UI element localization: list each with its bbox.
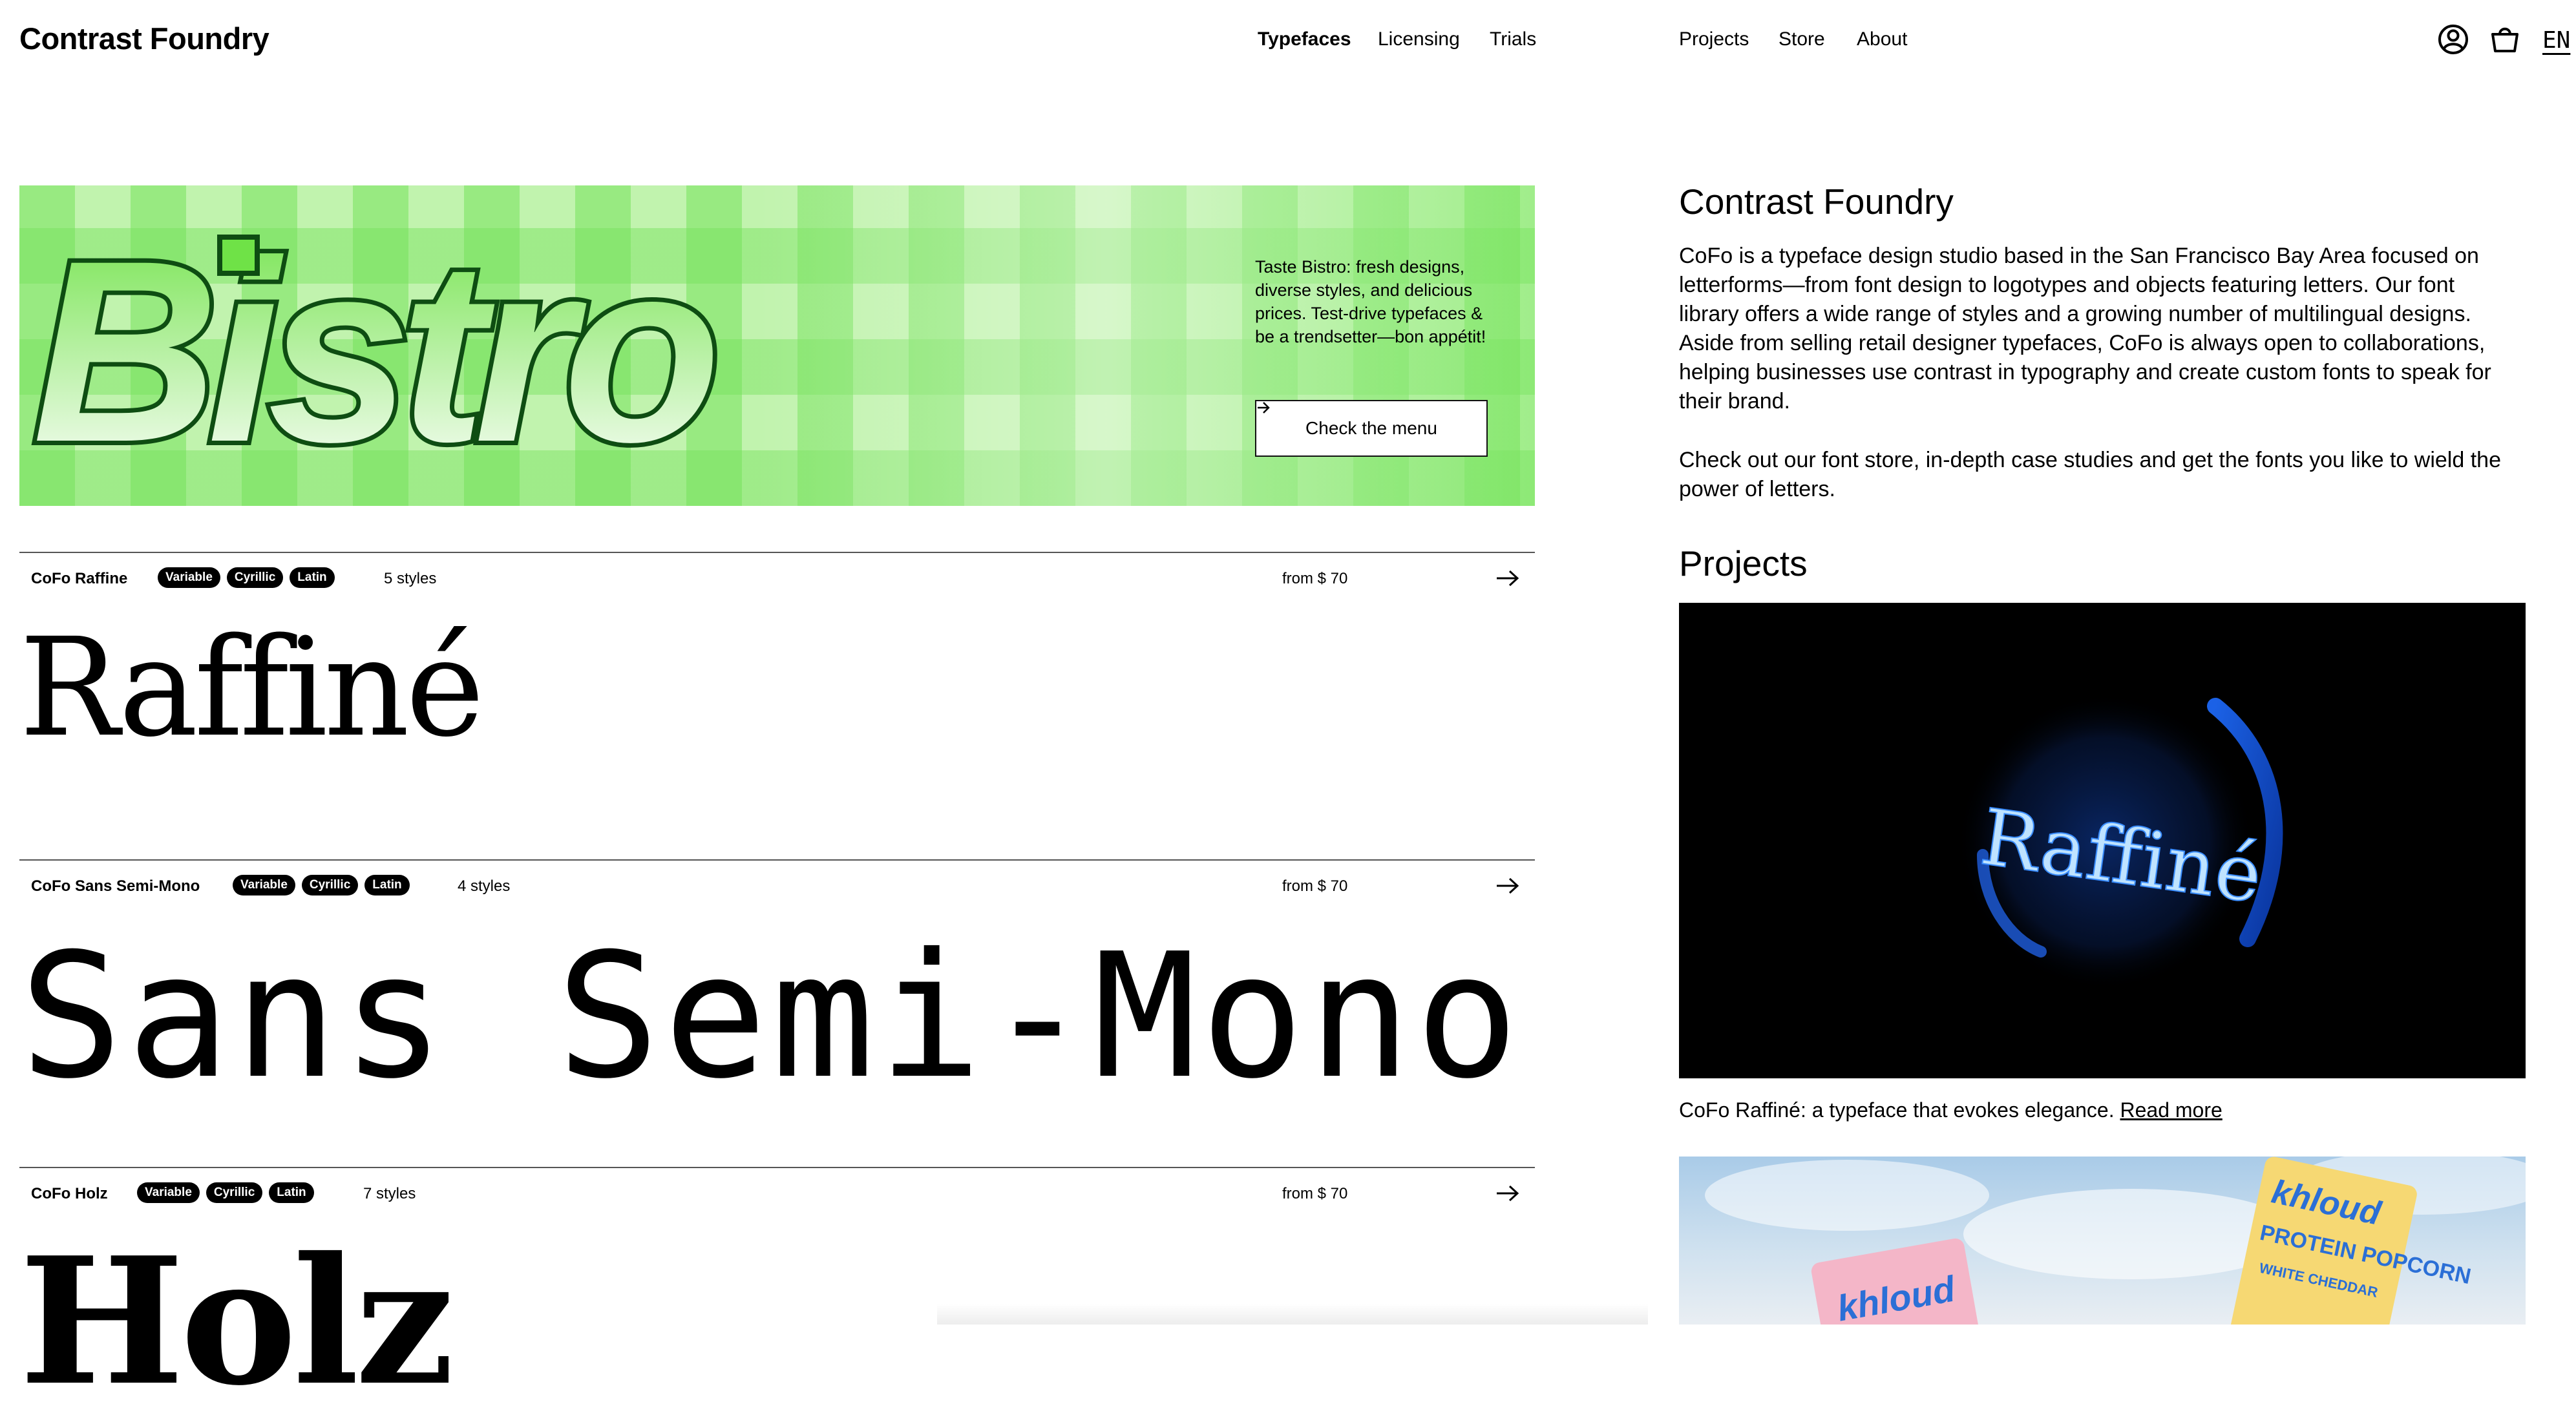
account-icon[interactable] (2437, 23, 2469, 56)
arrow-right-icon[interactable] (1495, 1184, 1521, 1202)
badge-latin: Latin (269, 1182, 314, 1203)
font-styles-count: 7 styles (363, 1185, 416, 1202)
banner-description: Taste Bistro: fresh designs, diverse sty… (1255, 257, 1486, 346)
bistro-banner[interactable]: Bistro Taste Bistro: fresh designs, dive… (19, 185, 1535, 506)
arrow-right-icon[interactable] (1495, 569, 1521, 587)
bottom-fade (937, 1304, 1648, 1325)
nav-store[interactable]: Store (1779, 28, 1825, 50)
font-price: from $ 70 (1282, 570, 1348, 587)
nav-about[interactable]: About (1857, 28, 1907, 50)
font-name[interactable]: CoFo Sans Semi-Mono (31, 877, 200, 895)
check-menu-button[interactable]: Check the menu (1255, 400, 1488, 457)
about-paragraph: Check out our font store, in-depth case … (1679, 448, 2501, 501)
project-caption: CoFo Raffiné: a typeface that evokes ele… (1679, 1098, 2222, 1122)
font-badges: Variable Cyrillic Latin (158, 567, 335, 588)
cart-icon[interactable] (2489, 23, 2521, 56)
font-price: from $ 70 (1282, 877, 1348, 895)
font-styles-count: 4 styles (458, 877, 511, 895)
project-image-khloud[interactable]: khloud khloud PROTEIN POPCORN WHITE CHED… (1679, 1157, 2526, 1325)
badge-variable: Variable (158, 567, 220, 588)
font-specimen[interactable]: Sans Semi-Mono (19, 930, 1523, 1102)
projects-title: Projects (1679, 543, 1808, 583)
nav-projects[interactable]: Projects (1679, 28, 1749, 50)
project-image-raffine[interactable]: Raffiné (1679, 603, 2526, 1078)
about-title: Contrast Foundry (1679, 182, 1954, 222)
site-logo[interactable]: Contrast Foundry (19, 21, 269, 56)
project-caption-text: CoFo Raffiné: a typeface that evokes ele… (1679, 1098, 2115, 1122)
nav-licensing[interactable]: Licensing (1378, 28, 1460, 50)
badge-cyrillic: Cyrillic (226, 567, 284, 588)
check-menu-label: Check the menu (1305, 418, 1437, 438)
font-specimen[interactable]: Raffiné (19, 620, 485, 756)
row-divider (19, 859, 1535, 861)
arrow-right-icon[interactable] (1495, 877, 1521, 895)
font-name[interactable]: CoFo Raffine (31, 570, 127, 588)
nav-typefaces[interactable]: Typefaces (1258, 28, 1351, 50)
badge-cyrillic: Cyrillic (301, 875, 359, 895)
language-switch[interactable]: EN (2542, 27, 2570, 54)
read-more-link[interactable]: Read more (2120, 1098, 2222, 1122)
badge-latin: Latin (364, 875, 410, 895)
row-divider (19, 552, 1535, 553)
bistro-art: Bistro (28, 202, 730, 500)
font-specimen[interactable]: Holz (19, 1234, 454, 1408)
nav-trials[interactable]: Trials (1490, 28, 1536, 50)
font-price: from $ 70 (1282, 1185, 1348, 1202)
row-divider (19, 1167, 1535, 1168)
badge-variable: Variable (137, 1182, 200, 1203)
about-paragraph: CoFo is a typeface design studio based i… (1679, 244, 2491, 414)
font-badges: Variable Cyrillic Latin (233, 875, 410, 895)
badge-cyrillic: Cyrillic (206, 1182, 263, 1203)
font-badges: Variable Cyrillic Latin (137, 1182, 314, 1203)
font-name[interactable]: CoFo Holz (31, 1185, 108, 1203)
badge-latin: Latin (290, 567, 335, 588)
bistro-art-text: Bistro (32, 207, 717, 496)
font-styles-count: 5 styles (384, 570, 437, 587)
badge-variable: Variable (233, 875, 295, 895)
arrow-right-icon (1258, 402, 1270, 414)
